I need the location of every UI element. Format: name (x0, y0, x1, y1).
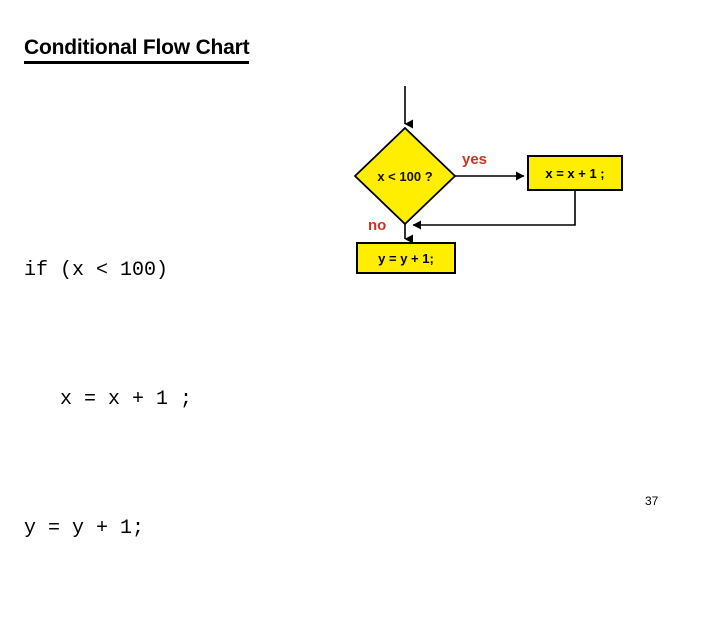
no-branch-label: no (368, 217, 386, 234)
decision-node-label: x < 100 ? (377, 169, 432, 184)
code-line-3: y = y + 1; (24, 517, 145, 540)
code-line-1: if (x < 100) (24, 259, 169, 282)
flowchart-diagram: x < 100 ? yes x = x + 1 ; no y = y + 1; (340, 80, 650, 295)
code-snippet: if (x < 100) x = x + 1 ; y = y + 1; (24, 163, 192, 636)
after-node-label: y = y + 1; (378, 251, 434, 266)
page-number: 37 (645, 494, 659, 508)
code-line-2: x = x + 1 ; (24, 388, 193, 411)
slide-canvas: Conditional Flow Chart if (x < 100) x = … (0, 0, 720, 540)
yes-branch-label: yes (462, 151, 487, 168)
page-title: Conditional Flow Chart (24, 36, 250, 64)
then-node-label: x = x + 1 ; (545, 166, 604, 181)
connector-then-to-join (412, 190, 576, 230)
